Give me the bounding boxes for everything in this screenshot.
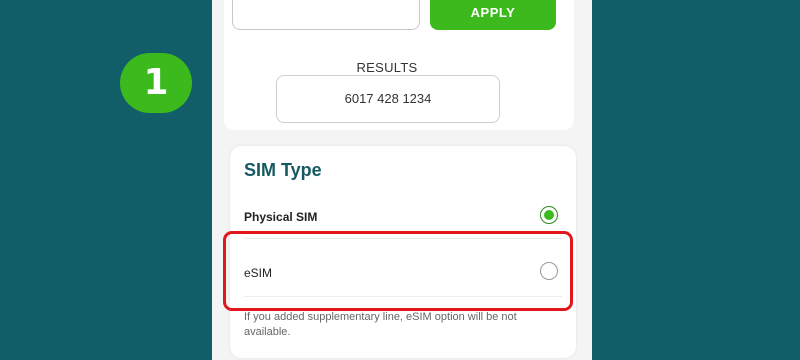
esim-highlight-frame (223, 231, 573, 311)
sim-option-label: Physical SIM (244, 210, 318, 224)
number-search-input[interactable] (232, 0, 420, 30)
step-number-badge: 1 (120, 53, 192, 113)
radio-selected-icon[interactable] (540, 206, 558, 224)
results-number[interactable]: 6017 428 1234 (276, 75, 500, 123)
results-label: RESULTS (356, 60, 418, 75)
sim-type-title: SIM Type (244, 160, 322, 180)
esim-availability-note: If you added supplementary line, eSIM op… (244, 311, 517, 338)
apply-button[interactable]: APPLY (430, 0, 556, 30)
